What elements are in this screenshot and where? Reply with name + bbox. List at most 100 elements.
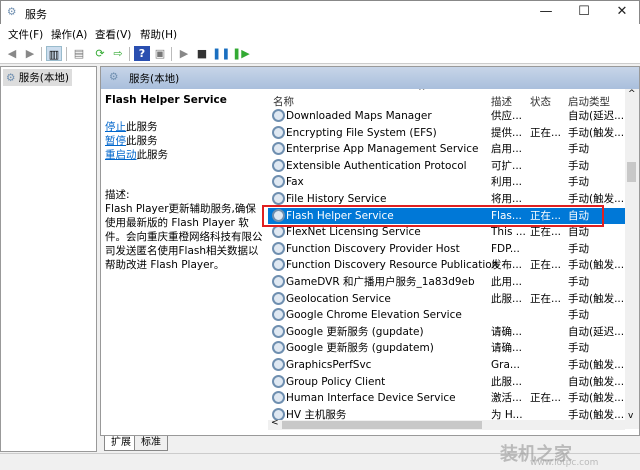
- service-gear-icon: [272, 109, 285, 122]
- service-row[interactable]: GameDVR 和广播用户服务_1a83d9eb 此用... 手动: [268, 274, 625, 291]
- service-description: 激活...: [491, 392, 523, 405]
- column-header-name[interactable]: 名称: [273, 94, 294, 109]
- menu-file[interactable]: 文件(F): [8, 27, 43, 42]
- menu-help[interactable]: 帮助(H): [140, 27, 177, 42]
- stop-service-link[interactable]: 停止: [105, 121, 126, 133]
- restart-service-icon[interactable]: ❚▶: [232, 46, 250, 61]
- selected-service-name: Flash Helper Service: [105, 94, 227, 106]
- action-suffix: 此服务: [126, 121, 158, 133]
- horizontal-scrollbar[interactable]: <: [268, 418, 625, 430]
- description-text: Flash Player更新辅助服务,确保使用最新版的 Flash Player…: [105, 203, 263, 271]
- minimize-button[interactable]: —: [531, 3, 561, 21]
- service-description: 提供...: [491, 126, 523, 139]
- service-startup-type: 手动(触发...: [568, 392, 625, 405]
- service-row[interactable]: Enterprise App Management Service 启用... 手动: [268, 141, 625, 158]
- pause-service-link[interactable]: 暂停: [105, 135, 126, 147]
- service-row[interactable]: Function Discovery Resource Publication 发…: [268, 257, 625, 274]
- services-list: ^ 名称 描述 状态 启动类型 Downloaded Maps Manager 供…: [268, 89, 625, 429]
- scroll-thumb[interactable]: [627, 162, 636, 182]
- service-name: Function Discovery Resource Publication: [286, 259, 499, 272]
- service-details: Flash Helper Service 停止此服务 暂停此服务 重启动此服务 …: [105, 94, 265, 272]
- help-icon[interactable]: ?: [134, 46, 150, 61]
- service-name: Geolocation Service: [286, 292, 391, 305]
- maximize-button[interactable]: ☐: [569, 3, 599, 21]
- window-title: 服务: [25, 8, 47, 21]
- console-icon[interactable]: ▣: [152, 46, 168, 61]
- column-header-description[interactable]: 描述: [491, 94, 512, 109]
- service-gear-icon: [272, 142, 285, 156]
- service-gear-icon: [272, 374, 285, 388]
- service-name: GameDVR 和广播用户服务_1a83d9eb: [286, 276, 475, 288]
- tab-standard[interactable]: 标准: [134, 436, 168, 451]
- service-row[interactable]: Human Interface Device Service 激活... 正在...…: [268, 390, 625, 407]
- show-hide-tree-icon[interactable]: ▥: [46, 46, 62, 61]
- refresh-icon[interactable]: ⟳: [92, 46, 108, 61]
- hscroll-thumb[interactable]: [282, 421, 482, 429]
- service-row[interactable]: Encrypting File System (EFS) 提供... 正在... 手动…: [268, 125, 625, 142]
- separator: [66, 47, 67, 61]
- separator: [171, 47, 172, 61]
- service-description: 请确...: [491, 342, 523, 355]
- service-startup-type: 手动: [568, 159, 589, 172]
- service-gear-icon: [272, 241, 285, 255]
- services-gear-icon: ⚙: [109, 71, 119, 83]
- service-name: Google 更新服务 (gupdatem): [286, 342, 434, 355]
- action-suffix: 此服务: [126, 135, 158, 147]
- panel-header-title: 服务(本地): [129, 73, 180, 85]
- service-description: 利用...: [491, 176, 523, 189]
- column-header-startup-type[interactable]: 启动类型: [568, 94, 610, 109]
- service-row[interactable]: Fax 利用... 手动: [268, 174, 625, 191]
- menu-view[interactable]: 查看(V): [95, 27, 131, 42]
- tree-item-services-local[interactable]: ⚙ 服务(本地): [3, 69, 72, 86]
- service-name: Downloaded Maps Manager: [286, 110, 432, 122]
- service-name: Encrypting File System (EFS): [286, 126, 437, 139]
- service-startup-type: 手动(触发...: [568, 292, 625, 305]
- service-row[interactable]: Group Policy Client 此服... 自动(触发...: [268, 374, 625, 391]
- properties-icon[interactable]: ▤: [71, 46, 87, 61]
- service-row[interactable]: Extensible Authentication Protocol 可扩... 手…: [268, 158, 625, 175]
- service-row[interactable]: Function Discovery Provider Host FDP... 手动: [268, 241, 625, 258]
- service-row[interactable]: GraphicsPerfSvc Gra... 手动(触发...: [268, 357, 625, 374]
- service-status: 正在...: [530, 292, 562, 305]
- back-icon[interactable]: ◀: [4, 46, 20, 61]
- highlight-box: [262, 205, 604, 227]
- service-startup-type: 自动(延迟...: [568, 110, 625, 122]
- service-row[interactable]: Google 更新服务 (gupdate) 请确... 自动(延迟...: [268, 324, 625, 341]
- description-label: 描述:: [105, 189, 130, 201]
- stop-service-icon[interactable]: ■: [194, 46, 210, 61]
- service-startup-type: 手动(触发...: [568, 126, 625, 139]
- service-name: Extensible Authentication Protocol: [286, 159, 467, 172]
- service-startup-type: 手动(触发...: [568, 359, 625, 371]
- service-row[interactable]: Geolocation Service 此服... 正在... 手动(触发...: [268, 291, 625, 308]
- service-gear-icon: [272, 225, 285, 239]
- column-header-status[interactable]: 状态: [530, 94, 551, 109]
- service-gear-icon: [272, 192, 285, 205]
- service-name: Function Discovery Provider Host: [286, 242, 460, 255]
- restart-service-link[interactable]: 重启动: [105, 149, 137, 161]
- scroll-down-icon[interactable]: v: [628, 411, 633, 421]
- start-service-icon[interactable]: ▶: [176, 46, 192, 61]
- service-startup-type: 手动: [568, 276, 589, 288]
- service-name: Enterprise App Management Service: [286, 143, 479, 156]
- service-description: 可扩...: [491, 159, 523, 172]
- pause-service-icon[interactable]: ❚❚: [212, 46, 230, 61]
- watermark-url: www.lotpc.com: [530, 458, 599, 468]
- service-row[interactable]: Google Chrome Elevation Service 手动: [268, 307, 625, 324]
- service-description: 此用...: [491, 276, 523, 288]
- tree-pane: ⚙ 服务(本地): [0, 66, 97, 452]
- forward-icon[interactable]: ▶: [22, 46, 38, 61]
- close-button[interactable]: ✕: [607, 3, 637, 21]
- service-row[interactable]: Google 更新服务 (gupdatem) 请确... 手动: [268, 340, 625, 357]
- service-description: FDP...: [491, 242, 520, 255]
- export-list-icon[interactable]: ⇨: [110, 46, 126, 61]
- service-gear-icon: [272, 275, 285, 288]
- service-name: Human Interface Device Service: [286, 392, 456, 405]
- scroll-up-icon[interactable]: ^: [628, 89, 636, 99]
- tab-extended[interactable]: 扩展: [104, 436, 138, 451]
- menu-action[interactable]: 操作(A): [51, 27, 87, 42]
- service-startup-type: 手动(触发...: [568, 259, 625, 272]
- scroll-left-icon[interactable]: <: [271, 418, 279, 428]
- vertical-scrollbar[interactable]: ^ v: [625, 89, 639, 429]
- service-row[interactable]: Downloaded Maps Manager 供应... 自动(延迟...: [268, 108, 625, 125]
- title-bar: ⚙ 服务 — ☐ ✕: [0, 0, 640, 24]
